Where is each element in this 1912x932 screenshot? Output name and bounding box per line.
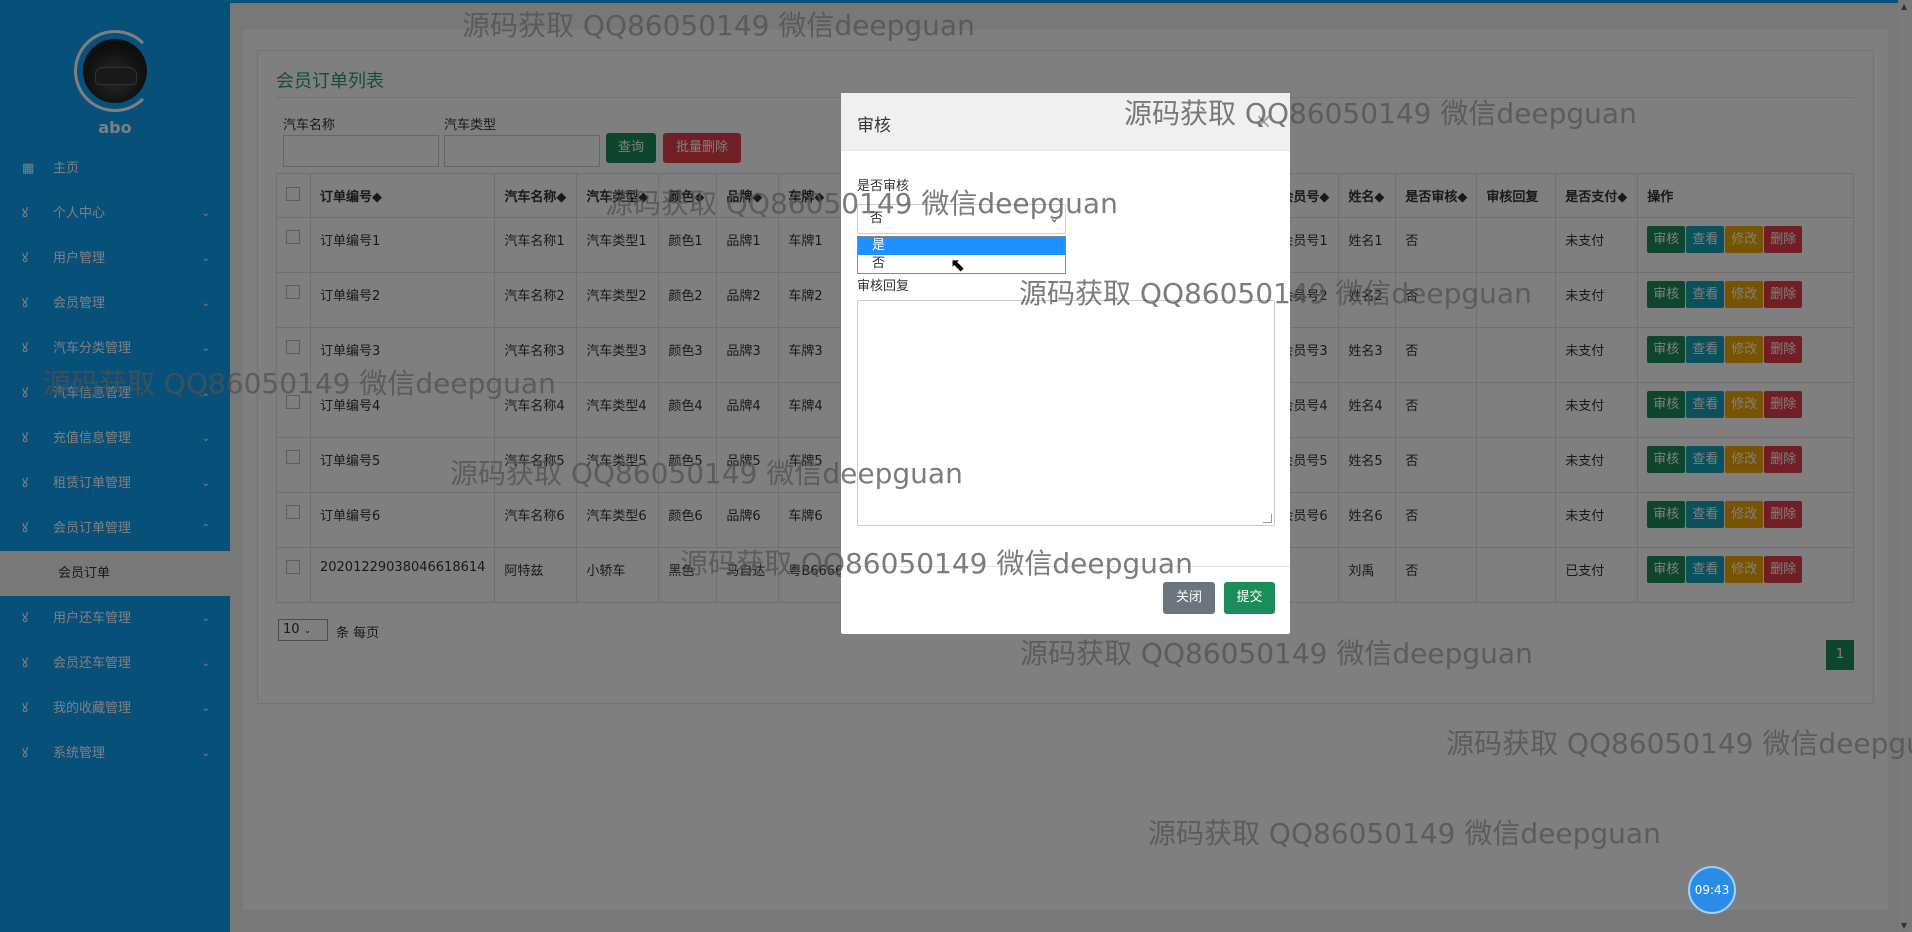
watermark-text: 源码获取 QQ86050149 微信deepguan (450, 457, 963, 490)
clock-badge: 09:43 (1688, 866, 1736, 914)
watermark-text: 源码获取 QQ86050149 微信deepguan (605, 187, 1118, 220)
reply-textarea[interactable] (857, 300, 1275, 526)
reply-label: 审核回复 (857, 279, 910, 294)
watermark-text: 源码获取 QQ86050149 微信deepguan (1148, 817, 1661, 850)
option-yes[interactable]: 是 (858, 237, 1065, 255)
watermark-text: 源码获取 QQ86050149 微信deepguan (680, 547, 1193, 580)
watermark-text: 源码获取 QQ86050149 微信deepguan (462, 9, 975, 42)
watermark-text: 源码获取 QQ86050149 微信deepguan (1020, 637, 1533, 670)
close-button[interactable]: 关闭 (1163, 582, 1215, 614)
watermark-text: 源码获取 QQ86050149 微信deepguan (1019, 277, 1532, 310)
modal-title: 审核 (857, 116, 891, 136)
mouse-cursor-icon: ⬉ (950, 255, 966, 276)
watermark-text: 源码获取 QQ86050149 微信deepguan (43, 367, 556, 400)
submit-button[interactable]: 提交 (1224, 582, 1275, 614)
watermark-text: 源码获取 QQ86050149 微信deepguan (1446, 727, 1912, 760)
watermark-text: 源码获取 QQ86050149 微信deepguan (1124, 97, 1637, 130)
